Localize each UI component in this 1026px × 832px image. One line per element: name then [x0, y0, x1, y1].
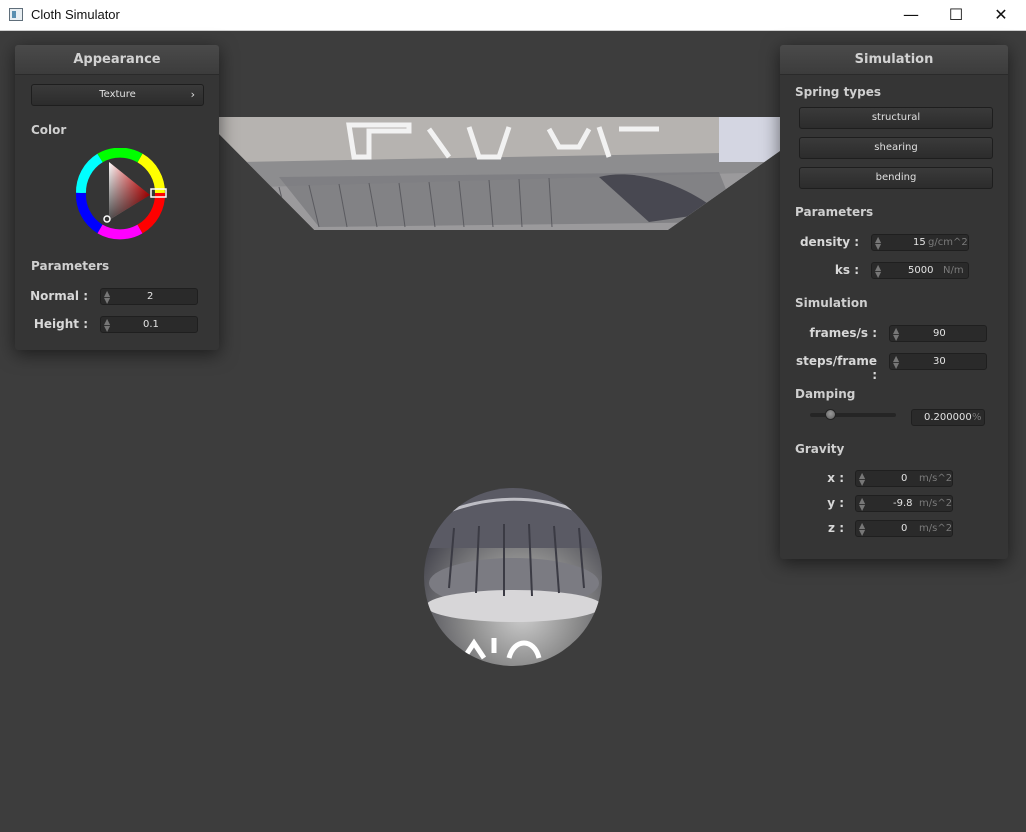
spring-types-label: Spring types — [795, 85, 882, 99]
height-label: Height : — [33, 317, 88, 331]
gravity-z-unit: m/s^2 — [919, 523, 953, 534]
gravity-x-label: x : — [827, 471, 844, 485]
ks-unit: N/m — [943, 265, 964, 276]
structural-button[interactable]: structural — [799, 107, 993, 129]
spinner-icon[interactable]: ▲ ▼ — [893, 327, 899, 342]
frames-per-s-input[interactable]: ▲ ▼ 90 — [889, 325, 987, 342]
gravity-x-value: 0 — [901, 473, 908, 484]
gravity-y-value: -9.8 — [893, 498, 913, 509]
minimize-button[interactable]: — — [888, 0, 934, 30]
normal-label: Normal : — [30, 289, 88, 303]
texture-button-label: Texture — [99, 89, 136, 100]
steps-per-frame-value: 30 — [933, 356, 946, 367]
window-title: Cloth Simulator — [31, 7, 120, 22]
height-value: 0.1 — [143, 319, 159, 330]
density-label: density : — [799, 235, 859, 249]
density-value: 15 — [913, 237, 926, 248]
appearance-panel: Appearance Texture › Color Parameters No… — [15, 45, 219, 350]
density-unit: g/cm^2 — [928, 237, 968, 248]
appearance-panel-header[interactable]: Appearance — [15, 45, 219, 75]
spinner-icon[interactable]: ▲ ▼ — [875, 236, 881, 251]
frames-per-s-label: frames/s : — [809, 326, 877, 340]
gravity-z-label: z : — [828, 521, 844, 535]
density-input[interactable]: ▲ ▼ 15 g/cm^2 — [871, 234, 969, 251]
spinner-icon[interactable]: ▲ ▼ — [859, 522, 865, 537]
sphere-mesh — [424, 488, 602, 666]
title-bar: Cloth Simulator — ☐ ✕ — [0, 0, 1026, 31]
gravity-z-value: 0 — [901, 523, 908, 534]
damping-input[interactable]: 0.200000 % — [911, 409, 985, 426]
chevron-right-icon: › — [190, 88, 195, 101]
appearance-parameters-label: Parameters — [31, 259, 110, 273]
ks-value: 5000 — [908, 265, 934, 276]
texture-button[interactable]: Texture › — [31, 84, 204, 106]
app-icon — [9, 8, 23, 21]
color-wheel[interactable] — [74, 147, 168, 242]
spinner-icon[interactable]: ▲ ▼ — [893, 355, 899, 370]
ks-label: ks : — [834, 263, 859, 277]
height-input[interactable]: ▲ ▼ 0.1 — [100, 316, 198, 333]
gravity-z-input[interactable]: ▲ ▼ 0 m/s^2 — [855, 520, 953, 537]
color-section-label: Color — [31, 123, 67, 137]
steps-per-frame-label: steps/frame : — [795, 354, 877, 382]
gravity-x-unit: m/s^2 — [919, 473, 953, 484]
spinner-icon[interactable]: ▲ ▼ — [859, 472, 865, 487]
frames-per-s-value: 90 — [933, 328, 946, 339]
normal-input[interactable]: ▲ ▼ 2 — [100, 288, 198, 305]
gravity-y-label: y : — [827, 496, 844, 510]
parameters-label: Parameters — [795, 205, 874, 219]
simulation-section-label: Simulation — [795, 296, 868, 310]
gravity-label: Gravity — [795, 442, 845, 456]
spinner-icon[interactable]: ▲ ▼ — [104, 318, 110, 333]
spinner-icon[interactable]: ▲ ▼ — [875, 264, 881, 279]
simulation-panel: Simulation Spring types structural shear… — [780, 45, 1008, 559]
ks-input[interactable]: ▲ ▼ 5000 N/m — [871, 262, 969, 279]
normal-value: 2 — [147, 291, 154, 302]
simulation-panel-header[interactable]: Simulation — [780, 45, 1008, 75]
spinner-icon[interactable]: ▲ ▼ — [104, 290, 110, 305]
bending-button[interactable]: bending — [799, 167, 993, 189]
damping-label: Damping — [795, 387, 856, 401]
damping-value: 0.200000 — [924, 412, 972, 423]
spinner-icon[interactable]: ▲ ▼ — [859, 497, 865, 512]
gravity-y-input[interactable]: ▲ ▼ -9.8 m/s^2 — [855, 495, 953, 512]
maximize-button[interactable]: ☐ — [933, 0, 979, 30]
steps-per-frame-input[interactable]: ▲ ▼ 30 — [889, 353, 987, 370]
shearing-button[interactable]: shearing — [799, 137, 993, 159]
close-button[interactable]: ✕ — [978, 0, 1024, 30]
damping-slider-knob[interactable] — [825, 409, 836, 420]
damping-slider[interactable] — [810, 409, 896, 421]
damping-unit: % — [972, 412, 982, 423]
gravity-x-input[interactable]: ▲ ▼ 0 m/s^2 — [855, 470, 953, 487]
damping-slider-track — [810, 413, 896, 417]
gravity-y-unit: m/s^2 — [919, 498, 953, 509]
